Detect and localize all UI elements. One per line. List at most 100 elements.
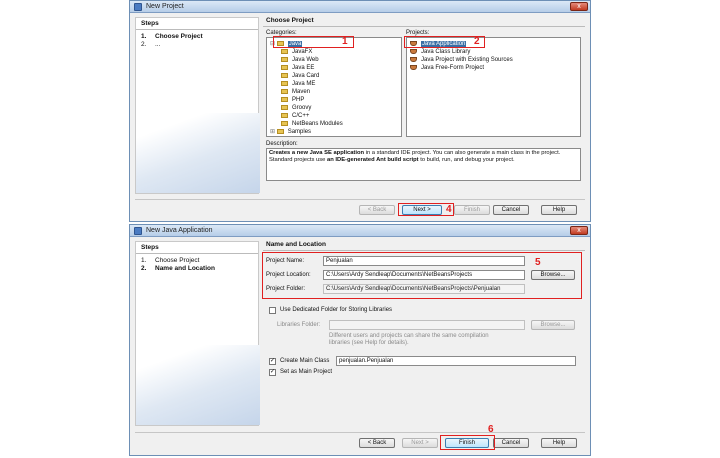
- description-bold: Creates a new Java SE application: [269, 150, 365, 156]
- new-project-dialog: New Project x Steps 1. Choose Project 2..…: [129, 0, 591, 222]
- java-cup-icon: [410, 65, 417, 70]
- create-main-class-label: Create Main Class: [280, 358, 330, 364]
- annotation-number: 4: [446, 204, 452, 215]
- step-number: 2.: [141, 40, 147, 48]
- category-label: Java Web: [292, 57, 319, 63]
- step-number: 1.: [141, 33, 147, 40]
- java-cup-icon: [410, 57, 417, 62]
- step-item: 2. Name and Location: [136, 265, 258, 273]
- divider: [135, 199, 585, 200]
- panel-title: Choose Project: [263, 17, 585, 27]
- project-item[interactable]: Java Free-Form Project: [410, 64, 484, 72]
- finish-button[interactable]: Finish: [454, 205, 490, 215]
- project-item[interactable]: Java Class Library: [410, 48, 470, 56]
- annotation-number: 2: [474, 36, 480, 47]
- folder-icon: [276, 129, 284, 134]
- dedicated-folder-checkbox[interactable]: [269, 307, 276, 314]
- project-label: Java Project with Existing Sources: [421, 57, 513, 63]
- libraries-note-line-1: Different users and projects can share t…: [329, 333, 489, 339]
- netbeans-app-icon: [134, 227, 142, 235]
- dialog-title: New Java Application: [146, 227, 213, 234]
- category-label: PHP: [292, 97, 305, 103]
- category-label: JavaFX: [292, 49, 313, 55]
- folder-icon: [281, 81, 288, 86]
- annotation-number: 6: [488, 424, 494, 435]
- steps-title: Steps: [136, 242, 258, 254]
- panel-title: Name and Location: [263, 241, 585, 251]
- libraries-folder-label: Libraries Folder:: [277, 322, 321, 328]
- step-item: 1. Choose Project: [136, 33, 258, 41]
- category-label: Samples: [287, 129, 312, 135]
- back-button[interactable]: < Back: [359, 205, 395, 215]
- set-main-project-checkbox[interactable]: ✓: [269, 369, 276, 376]
- steps-title: Steps: [136, 18, 258, 30]
- steps-panel: Steps 1. Choose Project 2. Name and Locati…: [135, 241, 260, 426]
- folder-icon: [281, 121, 288, 126]
- category-item[interactable]: Java EE: [281, 64, 314, 72]
- steps-background: [136, 345, 260, 425]
- folder-icon: [281, 97, 288, 102]
- description-text: to build, run, and debug your project.: [418, 157, 515, 163]
- help-button[interactable]: Help: [541, 438, 577, 448]
- category-item[interactable]: Java Web: [281, 56, 319, 64]
- next-button[interactable]: Next >: [402, 438, 438, 448]
- steps-background: [136, 113, 260, 193]
- category-label: Java Card: [292, 73, 320, 79]
- category-item[interactable]: Java Card: [281, 72, 319, 80]
- project-label: Java Class Library: [421, 49, 471, 55]
- steps-panel: Steps 1. Choose Project 2....: [135, 17, 260, 194]
- create-main-class-checkbox[interactable]: ✓: [269, 358, 276, 365]
- category-item[interactable]: Java ME: [281, 80, 315, 88]
- project-label: Java Free-Form Project: [421, 65, 485, 71]
- set-main-project-label: Set as Main Project: [280, 369, 333, 375]
- title-bar: New Project x: [130, 1, 590, 13]
- libraries-folder-input: [329, 320, 525, 330]
- help-button[interactable]: Help: [541, 205, 577, 215]
- category-samples[interactable]: ⊞ Samples: [270, 128, 311, 136]
- project-item[interactable]: Java Project with Existing Sources: [410, 56, 513, 64]
- cancel-button[interactable]: Cancel: [493, 205, 529, 215]
- category-item[interactable]: Groovy: [281, 104, 311, 112]
- main-class-input[interactable]: penjualan.Penjualan: [336, 356, 576, 366]
- folder-icon: [281, 113, 288, 118]
- java-cup-icon: [410, 49, 417, 54]
- annotation-box-java-application: [404, 36, 485, 48]
- step-item: 1. Choose Project: [136, 257, 258, 265]
- netbeans-app-icon: [134, 3, 142, 11]
- category-item[interactable]: PHP: [281, 96, 304, 104]
- annotation-box-finish: [440, 435, 495, 450]
- description-label: Description:: [266, 141, 298, 147]
- category-label: NetBeans Modules: [292, 121, 343, 127]
- annotation-box-name-location: [262, 252, 582, 299]
- category-label: Groovy: [292, 105, 312, 111]
- folder-icon: [281, 65, 288, 70]
- category-item[interactable]: NetBeans Modules: [281, 120, 343, 128]
- categories-tree[interactable]: ⊟ Java JavaFX Java Web Java EE Java Card…: [266, 37, 402, 137]
- description-box: Creates a new Java SE application in a s…: [266, 148, 581, 181]
- step-number: 2.: [141, 264, 147, 272]
- description-bold: an IDE-generated Ant build script: [327, 157, 419, 163]
- step-number: 1.: [141, 257, 147, 264]
- category-label: Java ME: [292, 81, 316, 87]
- category-label: C/C++: [292, 113, 310, 119]
- folder-icon: [281, 49, 288, 54]
- projects-list[interactable]: Java Application Java Class Library Java…: [406, 37, 581, 137]
- close-icon[interactable]: x: [570, 226, 588, 235]
- annotation-number: 5: [535, 257, 541, 268]
- libraries-note-line-2: libraries (see Help for details).: [329, 340, 409, 346]
- category-item[interactable]: JavaFX: [281, 48, 312, 56]
- back-button[interactable]: < Back: [359, 438, 395, 448]
- cancel-button[interactable]: Cancel: [493, 438, 529, 448]
- dedicated-folder-label: Use Dedicated Folder for Storing Librari…: [280, 307, 393, 313]
- step-label: Name and Location: [155, 264, 215, 272]
- category-item[interactable]: C/C++: [281, 112, 309, 120]
- category-item[interactable]: Maven: [281, 88, 310, 96]
- divider: [135, 432, 585, 433]
- close-icon[interactable]: x: [570, 2, 588, 11]
- browse-libraries-button: Browse...: [531, 320, 575, 330]
- step-item: 2....: [136, 41, 258, 49]
- category-label: Java EE: [292, 65, 315, 71]
- folder-icon: [281, 57, 288, 62]
- step-label: Choose Project: [155, 257, 200, 264]
- dialog-title: New Project: [146, 3, 184, 10]
